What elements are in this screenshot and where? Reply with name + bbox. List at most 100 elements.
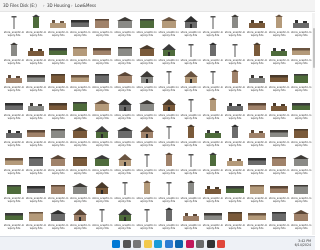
- file-item[interactable]: store_sceptic-lowpoly.3ds: [136, 14, 158, 41]
- vertical-scrollbar[interactable]: [312, 13, 315, 235]
- file-item[interactable]: store_sceptic-lowpoly.3ds: [47, 69, 69, 96]
- file-item[interactable]: store_sceptic-lowpoly.3ds: [202, 152, 224, 179]
- file-item[interactable]: store_sceptic-lowpoly.3ds: [246, 152, 268, 179]
- file-item[interactable]: store_sceptic-lowpoly.3ds: [158, 97, 180, 124]
- file-item[interactable]: store_sceptic-lowpoly.3ds: [3, 124, 25, 151]
- file-item[interactable]: store_sceptic-lowpoly.3ds: [114, 207, 136, 234]
- file-item[interactable]: store_sceptic-lowpoly.3ds: [202, 124, 224, 151]
- file-item[interactable]: store_sceptic-lowpoly.3ds: [268, 180, 290, 207]
- file-item[interactable]: store_sceptic-lowpoly.3ds: [25, 152, 47, 179]
- app-icon[interactable]: [217, 240, 225, 248]
- scrollbar-thumb[interactable]: [312, 28, 315, 68]
- file-item[interactable]: store_sceptic-lowpoly.3ds: [158, 152, 180, 179]
- file-item[interactable]: store_sceptic-lowpoly.3ds: [180, 14, 202, 41]
- edge-icon[interactable]: [154, 240, 162, 248]
- file-item[interactable]: store_sceptic-lowpoly.3ds: [25, 97, 47, 124]
- file-item[interactable]: store_sceptic-lowpoly.3ds: [91, 42, 113, 69]
- file-item[interactable]: store_sceptic-lowpoly.3ds: [91, 97, 113, 124]
- file-item[interactable]: store_sceptic-lowpoly.3ds: [268, 42, 290, 69]
- file-item[interactable]: store_sceptic-lowpoly.3ds: [91, 124, 113, 151]
- file-item[interactable]: store_sceptic-lowpoly.3ds: [268, 97, 290, 124]
- terminal-icon[interactable]: [206, 240, 215, 248]
- address-bar[interactable]: 3D Files Disk (E:) › 3D Housing › Low&Me…: [0, 0, 315, 12]
- file-item[interactable]: store_sceptic-lowpoly.3ds: [3, 42, 25, 69]
- file-item[interactable]: store_sceptic-lowpoly.3ds: [136, 97, 158, 124]
- file-item[interactable]: store_sceptic-lowpoly.3ds: [180, 124, 202, 151]
- file-item[interactable]: store_sceptic-lowpoly.3ds: [69, 14, 91, 41]
- file-item[interactable]: store_sceptic-lowpoly.3ds: [25, 69, 47, 96]
- file-item[interactable]: store_sceptic-lowpoly.3ds: [224, 207, 246, 234]
- file-item[interactable]: store_sceptic-lowpoly.3ds: [202, 207, 224, 234]
- file-item[interactable]: store_sceptic-lowpoly.3ds: [69, 69, 91, 96]
- file-item[interactable]: store_sceptic-lowpoly.3ds: [224, 14, 246, 41]
- file-item[interactable]: store_sceptic-lowpoly.3ds: [25, 124, 47, 151]
- file-item[interactable]: store_sceptic-lowpoly.3ds: [47, 152, 69, 179]
- file-item[interactable]: store_sceptic-lowpoly.3ds: [290, 152, 312, 179]
- photos-icon[interactable]: [185, 240, 194, 248]
- file-item[interactable]: store_sceptic-lowpoly.3ds: [180, 97, 202, 124]
- file-item[interactable]: store_sceptic-lowpoly.3ds: [25, 180, 47, 207]
- file-item[interactable]: store_sceptic-lowpoly.3ds: [246, 14, 268, 41]
- file-item[interactable]: store_sceptic-lowpoly.3ds: [47, 42, 69, 69]
- file-item[interactable]: store_sceptic-lowpoly.3ds: [290, 207, 312, 234]
- file-item[interactable]: store_sceptic-lowpoly.3ds: [246, 124, 268, 151]
- search-icon[interactable]: [122, 240, 131, 248]
- file-item[interactable]: store_sceptic-lowpoly.3ds: [91, 69, 113, 96]
- settings-icon[interactable]: [196, 240, 204, 248]
- breadcrumb-subfolder[interactable]: Low&Mess: [75, 2, 96, 10]
- file-item[interactable]: store_sceptic-lowpoly.3ds: [180, 42, 202, 69]
- file-item[interactable]: store_sceptic-lowpoly.3ds: [69, 180, 91, 207]
- file-item[interactable]: store_sceptic-lowpoly.3ds: [69, 42, 91, 69]
- system-clock[interactable]: 3:42 PM 6/14/2024: [281, 239, 311, 247]
- file-item[interactable]: store_sceptic-lowpoly.3ds: [47, 207, 69, 234]
- mail-icon[interactable]: [175, 240, 183, 248]
- file-item[interactable]: store_sceptic-lowpoly.3ds: [25, 14, 47, 41]
- file-item[interactable]: store_sceptic-lowpoly.3ds: [224, 97, 246, 124]
- file-item[interactable]: store_sceptic-lowpoly.3ds: [136, 69, 158, 96]
- file-item[interactable]: store_sceptic-lowpoly.3ds: [114, 180, 136, 207]
- file-item[interactable]: store_sceptic-lowpoly.3ds: [69, 207, 91, 234]
- file-item[interactable]: store_sceptic-lowpoly.3ds: [290, 124, 312, 151]
- file-item[interactable]: store_sceptic-lowpoly.3ds: [3, 14, 25, 41]
- file-item[interactable]: store_sceptic-lowpoly.3ds: [224, 42, 246, 69]
- file-item[interactable]: store_sceptic-lowpoly.3ds: [91, 152, 113, 179]
- file-item[interactable]: store_sceptic-lowpoly.3ds: [91, 180, 113, 207]
- file-item[interactable]: store_sceptic-lowpoly.3ds: [3, 97, 25, 124]
- file-item[interactable]: store_sceptic-lowpoly.3ds: [3, 180, 25, 207]
- file-item[interactable]: store_sceptic-lowpoly.3ds: [202, 69, 224, 96]
- file-item[interactable]: store_sceptic-lowpoly.3ds: [290, 14, 312, 41]
- file-item[interactable]: store_sceptic-lowpoly.3ds: [268, 14, 290, 41]
- file-explorer-icon[interactable]: [143, 240, 152, 248]
- file-item[interactable]: store_sceptic-lowpoly.3ds: [180, 69, 202, 96]
- file-item[interactable]: store_sceptic-lowpoly.3ds: [202, 42, 224, 69]
- file-item[interactable]: store_sceptic-lowpoly.3ds: [290, 42, 312, 69]
- breadcrumb-folder[interactable]: 3D Housing: [47, 2, 70, 10]
- file-item[interactable]: store_sceptic-lowpoly.3ds: [158, 180, 180, 207]
- file-item[interactable]: store_sceptic-lowpoly.3ds: [290, 180, 312, 207]
- file-item[interactable]: store_sceptic-lowpoly.3ds: [91, 14, 113, 41]
- file-item[interactable]: store_sceptic-lowpoly.3ds: [91, 207, 113, 234]
- file-item[interactable]: store_sceptic-lowpoly.3ds: [158, 69, 180, 96]
- file-item[interactable]: store_sceptic-lowpoly.3ds: [224, 180, 246, 207]
- file-item[interactable]: store_sceptic-lowpoly.3ds: [180, 152, 202, 179]
- file-item[interactable]: store_sceptic-lowpoly.3ds: [25, 207, 47, 234]
- breadcrumb-drive[interactable]: 3D Files Disk (E:): [3, 2, 37, 10]
- file-item[interactable]: store_sceptic-lowpoly.3ds: [114, 42, 136, 69]
- file-item[interactable]: store_sceptic-lowpoly.3ds: [158, 124, 180, 151]
- file-item[interactable]: store_sceptic-lowpoly.3ds: [136, 42, 158, 69]
- file-item[interactable]: store_sceptic-lowpoly.3ds: [136, 124, 158, 151]
- file-item[interactable]: store_sceptic-lowpoly.3ds: [114, 97, 136, 124]
- file-item[interactable]: store_sceptic-lowpoly.3ds: [47, 180, 69, 207]
- file-item[interactable]: store_sceptic-lowpoly.3ds: [290, 69, 312, 96]
- file-item[interactable]: store_sceptic-lowpoly.3ds: [224, 69, 246, 96]
- file-item[interactable]: store_sceptic-lowpoly.3ds: [268, 124, 290, 151]
- file-item[interactable]: store_sceptic-lowpoly.3ds: [268, 69, 290, 96]
- task-view-icon[interactable]: [133, 240, 141, 248]
- file-item[interactable]: store_sceptic-lowpoly.3ds: [47, 14, 69, 41]
- file-item[interactable]: store_sceptic-lowpoly.3ds: [114, 124, 136, 151]
- file-item[interactable]: store_sceptic-lowpoly.3ds: [202, 97, 224, 124]
- file-item[interactable]: store_sceptic-lowpoly.3ds: [3, 152, 25, 179]
- file-item[interactable]: store_sceptic-lowpoly.3ds: [246, 97, 268, 124]
- file-item[interactable]: store_sceptic-lowpoly.3ds: [47, 97, 69, 124]
- file-item[interactable]: store_sceptic-lowpoly.3ds: [136, 207, 158, 234]
